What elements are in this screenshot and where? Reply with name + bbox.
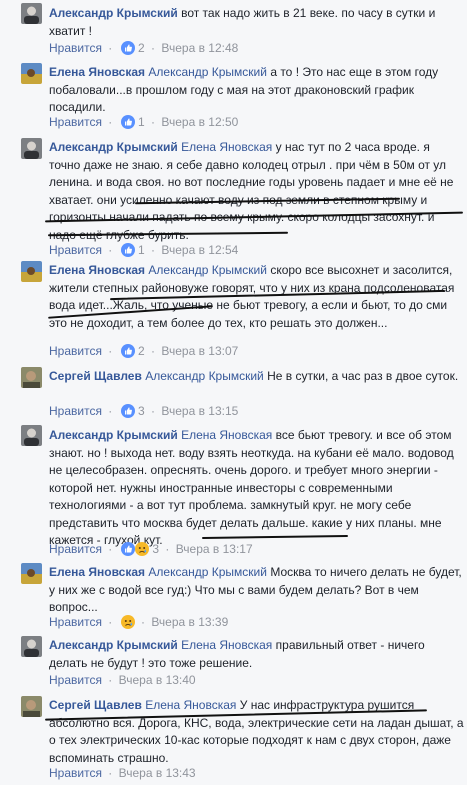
comment-timestamp[interactable]: Вчера в 13:39 [151,615,228,629]
separator-dot: · [165,542,170,556]
avatar[interactable] [21,563,42,584]
comment-author[interactable]: Елена Яновская [49,65,145,79]
comment-timestamp[interactable]: Вчера в 12:54 [161,243,238,257]
comment-author[interactable]: Александр Крымский [49,428,178,442]
reaction-count[interactable]: 2 [138,344,145,358]
comment-text: Не в сутки, а час раз в двое суток. [267,369,459,383]
avatar[interactable] [21,696,42,717]
separator-dot: · [151,344,156,358]
like-button[interactable]: Нравится [49,115,102,129]
like-button[interactable]: Нравится [49,542,102,556]
separator-dot: · [108,542,113,556]
comment-timestamp[interactable]: Вчера в 13:17 [176,542,253,556]
like-button[interactable]: Нравится [49,243,102,257]
comment-author[interactable]: Сергей Щавлев [49,369,142,383]
avatar[interactable] [21,425,42,446]
like-reaction-icon[interactable] [120,344,135,358]
separator-dot: · [108,41,113,55]
avatar[interactable] [21,636,42,657]
like-reaction-icon[interactable] [120,41,135,55]
avatar[interactable] [21,138,42,159]
separator-dot: · [108,404,113,418]
separator-dot: · [151,41,156,55]
like-reaction-icon[interactable] [120,243,135,257]
comment-thread: Александр Крымский вот так надо жить в 2… [0,0,467,785]
separator-dot: · [108,243,113,257]
comment-mention[interactable]: Александр Крымский [148,65,267,79]
avatar[interactable] [21,3,42,24]
comment-timestamp[interactable]: Вчера в 12:48 [161,41,238,55]
comment-mention[interactable]: Елена Яновская [145,698,236,712]
separator-dot: · [108,766,113,780]
comment-timestamp[interactable]: Вчера в 13:07 [161,344,238,358]
like-button[interactable]: Нравится [49,404,102,418]
sad-reaction-icon[interactable] [134,542,149,556]
comment-author[interactable]: Александр Крымский [49,140,178,154]
avatar[interactable] [21,63,42,84]
comment-mention[interactable]: Александр Крымский [148,263,267,277]
like-button[interactable]: Нравится [49,615,102,629]
comment-text: у нас тут по 2 часа вроде. я точно даже … [49,140,454,242]
comment-mention[interactable]: Елена Яновская [181,140,272,154]
like-button[interactable]: Нравится [49,766,102,780]
reaction-count[interactable]: 3 [152,542,159,556]
avatar[interactable] [21,367,42,388]
comment-author[interactable]: Елена Яновская [49,263,145,277]
comment-mention[interactable]: Елена Яновская [181,428,272,442]
like-button[interactable]: Нравится [49,41,102,55]
comment-timestamp[interactable]: Вчера в 13:15 [161,404,238,418]
comment-author[interactable]: Елена Яновская [49,565,145,579]
separator-dot: · [140,615,145,629]
separator-dot: · [108,344,113,358]
separator-dot: · [151,243,156,257]
comment-timestamp[interactable]: Вчера в 12:50 [161,115,238,129]
reaction-count[interactable]: 2 [138,41,145,55]
comment-text: все бьют тревогу. и все об этом знают. н… [49,428,454,547]
separator-dot: · [151,404,156,418]
like-reaction-icon[interactable] [120,542,135,556]
like-reaction-icon[interactable] [120,404,135,418]
comment-author[interactable]: Александр Крымский [49,6,178,20]
comment-timestamp[interactable]: Вчера в 13:43 [119,766,196,780]
separator-dot: · [151,115,156,129]
sad-reaction-icon[interactable] [120,615,135,629]
like-reaction-icon[interactable] [120,115,135,129]
reaction-count[interactable]: 1 [138,115,145,129]
reaction-count[interactable]: 3 [138,404,145,418]
separator-dot: · [108,673,113,687]
separator-dot: · [108,115,113,129]
reaction-count[interactable]: 1 [138,243,145,257]
comment-mention[interactable]: Елена Яновская [181,638,272,652]
comment-author[interactable]: Александр Крымский [49,638,178,652]
separator-dot: · [108,615,113,629]
like-button[interactable]: Нравится [49,344,102,358]
avatar[interactable] [21,261,42,282]
comment-timestamp[interactable]: Вчера в 13:40 [119,673,196,687]
comment-mention[interactable]: Александр Крымский [148,565,267,579]
comment-mention[interactable]: Александр Крымский [145,369,264,383]
comment-author[interactable]: Сергей Щавлев [49,698,142,712]
like-button[interactable]: Нравится [49,673,102,687]
